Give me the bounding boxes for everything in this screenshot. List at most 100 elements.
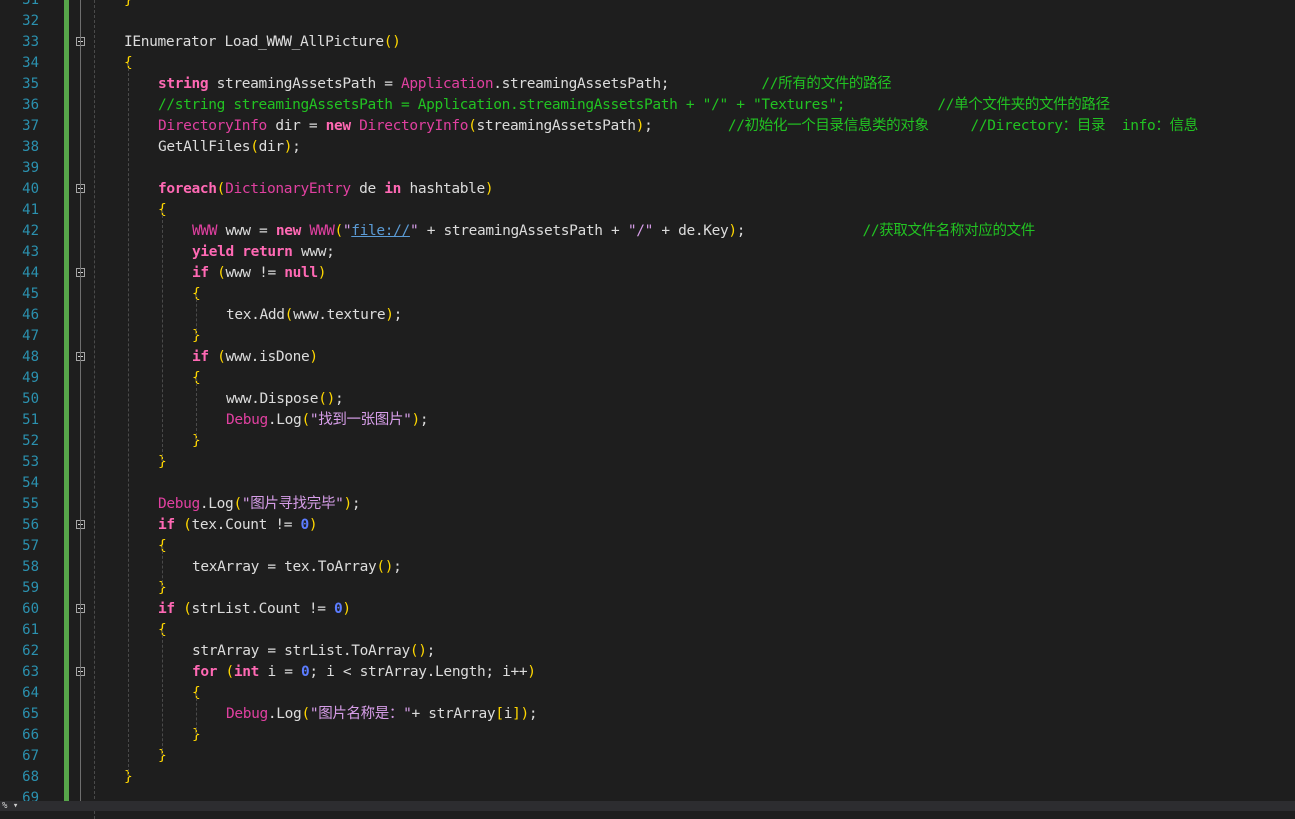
code-token: tex.Count != <box>191 517 301 533</box>
code-text[interactable]: Debug.Log("图片名称是："+ strArray[i]); <box>226 704 538 725</box>
code-line[interactable]: 32 <box>0 11 1295 32</box>
code-token: Debug <box>158 496 200 512</box>
code-text[interactable]: if (tex.Count != 0) <box>158 515 318 536</box>
line-number: 33 <box>22 34 39 50</box>
code-token: WWW <box>309 223 335 239</box>
code-text[interactable]: } <box>124 0 133 11</box>
code-token: //string streamingAssetsPath = Applicati… <box>158 97 1110 113</box>
zoom-level-dropdown[interactable]: % ▾ <box>0 801 18 811</box>
code-text[interactable]: if (strList.Count != 0) <box>158 599 351 620</box>
code-editor[interactable]: 31} 32 33 IEnumerator Load_WWW_AllPicture()… <box>0 0 1295 819</box>
code-line[interactable]: 44 if (www != null) <box>0 263 1295 284</box>
code-text[interactable]: DirectoryInfo dir = new DirectoryInfo(st… <box>158 116 1198 137</box>
code-token: ) <box>635 118 645 134</box>
code-token: null <box>284 265 318 281</box>
code-token: ; <box>736 223 863 239</box>
code-line[interactable]: 57{ <box>0 536 1295 557</box>
code-text[interactable]: www.Dispose(); <box>226 389 344 410</box>
code-token: yield return <box>192 244 293 260</box>
code-token: "/" <box>627 223 653 239</box>
code-token: ) <box>343 496 353 512</box>
code-text[interactable]: GetAllFiles(dir); <box>158 137 301 158</box>
line-number: 42 <box>22 223 39 239</box>
code-token: ) <box>308 517 318 533</box>
code-line[interactable]: 42 WWW www = new WWW("file://" + streamin… <box>0 221 1295 242</box>
code-line[interactable]: 45{ <box>0 284 1295 305</box>
code-line[interactable]: 37 DirectoryInfo dir = new DirectoryInfo(… <box>0 116 1295 137</box>
line-number: 45 <box>22 286 39 302</box>
code-token: if <box>158 517 175 533</box>
indent-guide <box>196 693 197 735</box>
code-line[interactable]: 56 if (tex.Count != 0) <box>0 515 1295 536</box>
code-line[interactable]: 38 GetAllFiles(dir); <box>0 137 1295 158</box>
code-line[interactable]: 41{ <box>0 200 1295 221</box>
line-number: 58 <box>22 559 39 575</box>
code-text[interactable]: if (www.isDone) <box>192 347 318 368</box>
code-token: ) <box>484 181 494 197</box>
code-line[interactable]: 54 <box>0 473 1295 494</box>
code-token: ( <box>183 517 192 533</box>
code-text[interactable]: strArray = strList.ToArray(); <box>192 641 435 662</box>
code-line[interactable]: 46 tex.Add(www.texture); <box>0 305 1295 326</box>
code-token: tex.Add <box>226 307 285 323</box>
code-token: ( <box>250 139 259 155</box>
code-token: ( <box>225 664 235 680</box>
code-line[interactable]: 36 //string streamingAssetsPath = Applica… <box>0 95 1295 116</box>
code-token: string <box>158 76 209 92</box>
code-line[interactable]: 59} <box>0 578 1295 599</box>
code-line[interactable]: 39 <box>0 158 1295 179</box>
code-line[interactable]: 65 Debug.Log("图片名称是："+ strArray[i]); <box>0 704 1295 725</box>
code-token: www.texture <box>293 307 386 323</box>
code-line[interactable]: 61{ <box>0 620 1295 641</box>
code-text[interactable]: WWW www = new WWW("file://" + streamingA… <box>192 221 1035 242</box>
code-token: //获取文件名称对应的文件 <box>862 223 1035 239</box>
code-token: ) <box>309 349 318 365</box>
code-line[interactable]: 50 www.Dispose(); <box>0 389 1295 410</box>
code-token: DictionaryEntry <box>225 181 351 197</box>
code-line[interactable]: 35 string streamingAssetsPath = Applicati… <box>0 74 1295 95</box>
indent-guide <box>94 0 95 819</box>
code-line[interactable]: 67} <box>0 746 1295 767</box>
code-line[interactable]: 52} <box>0 431 1295 452</box>
line-number: 53 <box>22 454 39 470</box>
code-token: + de.Key <box>652 223 729 239</box>
code-token: int <box>233 664 260 680</box>
code-line[interactable]: 60 if (strList.Count != 0) <box>0 599 1295 620</box>
code-line[interactable]: 40 foreach(DictionaryEntry de in hashtabl… <box>0 179 1295 200</box>
code-token: () <box>383 34 401 50</box>
code-line[interactable]: 49{ <box>0 368 1295 389</box>
code-line[interactable]: 33 IEnumerator Load_WWW_AllPicture() <box>0 32 1295 53</box>
code-line[interactable]: 66} <box>0 725 1295 746</box>
code-line[interactable]: 63 for (int i = 0; i < strArray.Length; i… <box>0 662 1295 683</box>
code-token: DirectoryInfo <box>359 118 469 134</box>
code-text[interactable]: tex.Add(www.texture); <box>226 305 402 326</box>
code-line[interactable]: 43 yield return www; <box>0 242 1295 263</box>
code-line[interactable]: 68} <box>0 767 1295 788</box>
code-text[interactable]: Debug.Log("找到一张图片"); <box>226 410 429 431</box>
code-text[interactable]: foreach(DictionaryEntry de in hashtable) <box>158 179 494 200</box>
code-text[interactable]: //string streamingAssetsPath = Applicati… <box>158 95 1110 116</box>
code-token: ; <box>351 496 361 512</box>
line-number: 64 <box>22 685 39 701</box>
code-token: dir = <box>266 118 326 134</box>
code-line[interactable]: 62 strArray = strList.ToArray(); <box>0 641 1295 662</box>
code-token: ( <box>183 601 192 617</box>
code-line[interactable]: 51 Debug.Log("找到一张图片"); <box>0 410 1295 431</box>
code-token: if <box>192 265 209 281</box>
code-line[interactable]: 64{ <box>0 683 1295 704</box>
code-text[interactable]: for (int i = 0; i < strArray.Length; i++… <box>192 662 536 683</box>
code-line[interactable]: 55 Debug.Log("图片寻找完毕"); <box>0 494 1295 515</box>
code-text[interactable]: if (www != null) <box>192 263 327 284</box>
code-line[interactable]: 58 texArray = tex.ToArray(); <box>0 557 1295 578</box>
code-text[interactable]: string streamingAssetsPath = Application… <box>158 74 892 95</box>
code-line[interactable]: 47} <box>0 326 1295 347</box>
code-line[interactable]: 31} <box>0 0 1295 11</box>
code-line[interactable]: 48 if (www.isDone) <box>0 347 1295 368</box>
code-text[interactable]: yield return www; <box>192 242 335 263</box>
code-text[interactable]: IEnumerator Load_WWW_AllPicture() <box>124 32 401 53</box>
code-text[interactable]: Debug.Log("图片寻找完毕"); <box>158 494 361 515</box>
code-text[interactable]: texArray = tex.ToArray(); <box>192 557 402 578</box>
code-line[interactable]: 34{ <box>0 53 1295 74</box>
code-line[interactable]: 53} <box>0 452 1295 473</box>
